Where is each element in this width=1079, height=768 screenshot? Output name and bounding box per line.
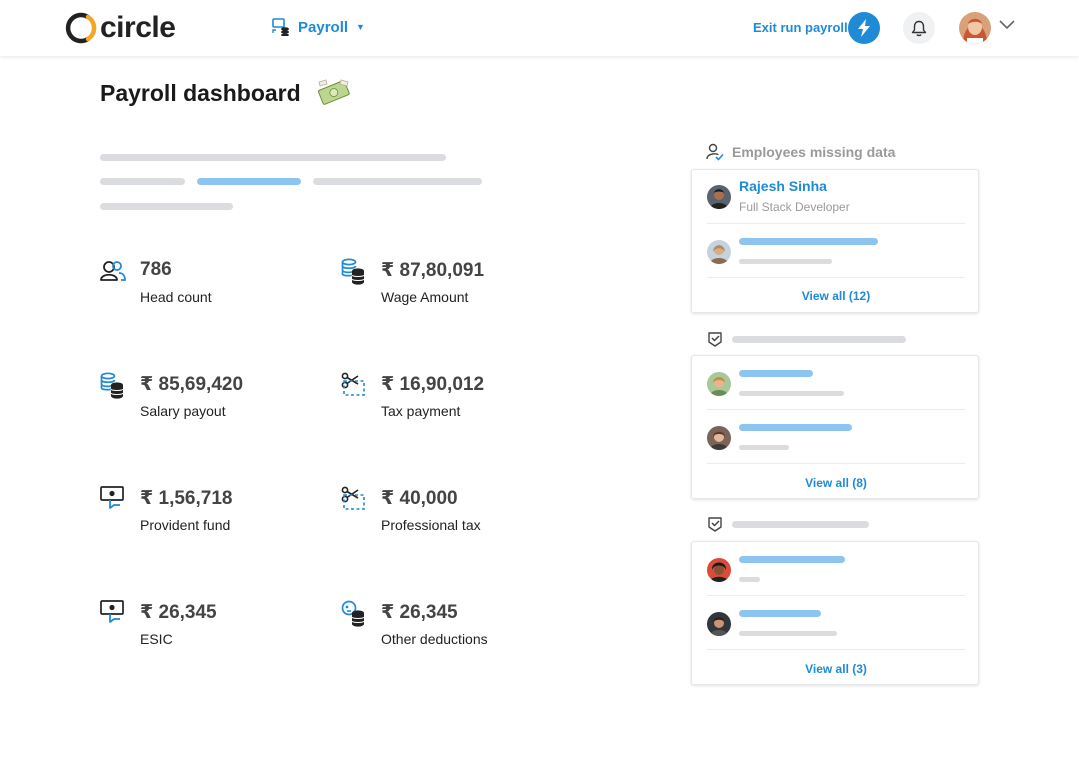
section-employees-missing-data: Employees missing data <box>706 143 895 161</box>
badge-check-icon <box>708 517 722 532</box>
module-label: Payroll <box>298 18 349 36</box>
skeleton-line <box>739 238 878 245</box>
bell-icon <box>911 20 927 36</box>
list-item[interactable] <box>707 356 965 410</box>
scissors-icon <box>341 372 365 396</box>
page-title-row: Payroll dashboard <box>100 78 351 108</box>
row-divider <box>707 649 965 650</box>
user-check-icon <box>706 143 724 161</box>
metric-provident-fund: ₹ 1,56,718 Provident fund <box>100 486 300 546</box>
skeleton-line <box>100 178 185 185</box>
logo-text: circle <box>100 11 176 44</box>
lightning-icon <box>858 19 870 37</box>
missing-data-card: Rajesh Sinha Full Stack Developer View a… <box>691 169 979 313</box>
circle-logo-icon <box>65 12 97 44</box>
payroll-module-icon <box>272 18 289 36</box>
view-all-link[interactable]: View all (12) <box>692 289 980 303</box>
notifications-button[interactable] <box>903 12 935 44</box>
page-title: Payroll dashboard <box>100 79 301 106</box>
list-item[interactable] <box>707 596 965 650</box>
quick-actions-button[interactable] <box>848 12 880 44</box>
metric-esic: ₹ 26,345 ESIC <box>100 600 300 660</box>
metric-label: Head count <box>140 289 212 305</box>
metric-label: Provident fund <box>140 517 231 533</box>
employee-avatar <box>707 612 731 636</box>
top-bar: circle Payroll ▼ Exit run payroll <box>0 0 1079 56</box>
skeleton-line <box>739 445 789 450</box>
skeleton-line <box>100 203 233 210</box>
app-logo[interactable]: circle <box>64 11 176 45</box>
view-all-link[interactable]: View all (8) <box>692 476 980 490</box>
metric-salary-payout: ₹ 85,69,420 Salary payout <box>100 372 300 432</box>
skeleton-line <box>739 370 813 377</box>
row-divider <box>707 463 965 464</box>
list-item[interactable]: Rajesh Sinha Full Stack Developer <box>707 170 965 224</box>
skeleton-line <box>732 335 906 343</box>
chevron-down-icon[interactable] <box>999 20 1015 30</box>
metric-value: ₹ 40,000 <box>381 488 458 509</box>
exit-run-payroll-link[interactable]: Exit run payroll <box>753 20 848 35</box>
badge-check-icon <box>708 332 722 347</box>
section-title: Employees missing data <box>732 144 896 160</box>
list-item[interactable] <box>707 224 965 278</box>
metric-other-deductions: ₹ 26,345 Other deductions <box>341 600 541 660</box>
metric-wage-amount: ₹ 87,80,091 Wage Amount <box>341 258 541 318</box>
user-avatar[interactable] <box>959 12 991 44</box>
coins-icon <box>100 372 124 399</box>
skeleton-line <box>739 391 844 396</box>
metric-value: ₹ 85,69,420 <box>140 374 244 395</box>
scissors-icon <box>341 486 365 510</box>
metric-value: ₹ 16,90,012 <box>381 374 485 395</box>
row-divider <box>707 277 965 278</box>
skeleton-line <box>739 610 821 617</box>
employee-role: Full Stack Developer <box>739 200 850 214</box>
list-card: View all (8) <box>691 355 979 499</box>
caret-down-icon: ▼ <box>356 22 365 32</box>
module-switcher[interactable]: Payroll ▼ <box>272 18 365 36</box>
employee-avatar <box>707 426 731 450</box>
list-item[interactable] <box>707 410 965 464</box>
metric-value: ₹ 1,56,718 <box>140 488 233 509</box>
skeleton-line <box>739 631 837 636</box>
employee-avatar <box>707 185 731 209</box>
employee-avatar <box>707 240 731 264</box>
metric-label: Professional tax <box>381 517 481 533</box>
metric-label: Wage Amount <box>381 289 469 305</box>
skeleton-line <box>739 577 760 582</box>
metric-professional-tax: ₹ 40,000 Professional tax <box>341 486 541 546</box>
metric-label: Other deductions <box>381 631 488 647</box>
metric-label: Salary payout <box>140 403 226 419</box>
section-header <box>706 515 869 533</box>
list-card: View all (3) <box>691 541 979 685</box>
fund-icon <box>100 486 124 509</box>
employee-name[interactable]: Rajesh Sinha <box>739 178 827 194</box>
metric-head-count: 786 Head count <box>100 258 300 318</box>
metric-value: ₹ 26,345 <box>381 602 458 623</box>
skeleton-line <box>739 556 845 563</box>
skeleton-line <box>313 178 482 185</box>
employee-avatar <box>707 372 731 396</box>
skeleton-line <box>197 178 301 185</box>
skeleton-line <box>739 424 852 431</box>
metric-tax-payment: ₹ 16,90,012 Tax payment <box>341 372 541 432</box>
skeleton-line <box>100 154 446 161</box>
avatar-image <box>959 12 991 44</box>
people-icon <box>100 261 126 281</box>
deduction-icon <box>341 600 365 627</box>
skeleton-line <box>732 520 869 528</box>
skeleton-line <box>739 259 832 264</box>
metric-label: ESIC <box>140 631 173 647</box>
fund-icon <box>100 600 124 623</box>
metric-value: ₹ 26,345 <box>140 602 217 623</box>
metric-value: 786 <box>140 259 172 280</box>
coins-icon <box>341 258 365 285</box>
metric-value: ₹ 87,80,091 <box>381 260 485 281</box>
money-icon <box>317 79 350 105</box>
section-header <box>706 330 906 348</box>
employee-avatar <box>707 558 731 582</box>
list-item[interactable] <box>707 542 965 596</box>
view-all-link[interactable]: View all (3) <box>692 662 980 676</box>
metric-label: Tax payment <box>381 403 461 419</box>
